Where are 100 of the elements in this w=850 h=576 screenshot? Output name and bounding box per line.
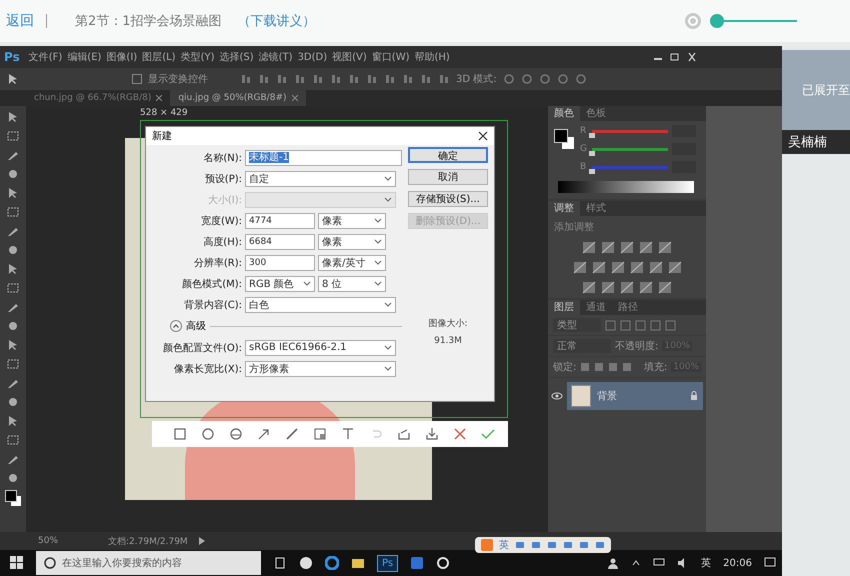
adjustment-icon[interactable]	[601, 281, 615, 294]
tool-icon[interactable]	[6, 433, 20, 447]
menu-item[interactable]: 窗口(W)	[372, 50, 410, 64]
app-icon[interactable]	[436, 556, 450, 570]
browser-icon[interactable]	[325, 556, 339, 570]
back-link[interactable]: 返回	[6, 12, 34, 30]
menu-item[interactable]: 类型(Y)	[180, 50, 214, 64]
dialog-button[interactable]: 取消	[408, 169, 488, 185]
share-tool-icon[interactable]	[397, 427, 411, 441]
close-icon[interactable]	[686, 52, 698, 62]
name-field[interactable]: 未标题-1	[245, 150, 402, 166]
dropdown[interactable]: RGB 颜色	[245, 276, 315, 292]
menu-item[interactable]: 帮助(H)	[414, 50, 450, 64]
ellipse-tool-icon[interactable]	[201, 427, 215, 441]
color-ramp[interactable]	[558, 181, 694, 193]
rectangle-tool-icon[interactable]	[173, 427, 187, 441]
document-tab[interactable]: qiu.jpg @ 50%(RGB/8#)	[170, 90, 306, 106]
number-field[interactable]: 300	[245, 254, 315, 270]
menu-item[interactable]: 视图(V)	[332, 50, 367, 64]
align-icon[interactable]	[384, 73, 396, 85]
3d-tool-icon[interactable]	[574, 73, 587, 85]
photoshop-taskbar-button[interactable]: Ps	[377, 554, 398, 572]
search-field[interactable]: 在这里输入你要搜索的内容	[36, 551, 261, 575]
unit-dropdown[interactable]: 像素	[318, 212, 386, 228]
adjustment-icon[interactable]	[668, 261, 682, 274]
adjustment-icon[interactable]	[658, 241, 672, 254]
layer-row[interactable]: 背景	[567, 382, 703, 410]
adjustment-icon[interactable]	[630, 261, 644, 274]
text-tool-icon[interactable]	[341, 427, 355, 441]
align-icon[interactable]	[330, 73, 342, 85]
panel-tab[interactable]: 样式	[580, 201, 612, 216]
align-icon[interactable]	[402, 73, 414, 85]
menu-item[interactable]: 3D(D)	[298, 52, 328, 62]
adjustment-icon[interactable]	[592, 261, 606, 274]
arrow-tool-icon[interactable]	[257, 427, 271, 441]
number-field[interactable]: 6684	[245, 234, 315, 250]
filter-dropdown[interactable]: 类型	[553, 318, 601, 332]
adjustment-icon[interactable]	[601, 241, 615, 254]
notification-icon[interactable]	[764, 557, 776, 569]
align-icon[interactable]	[258, 73, 270, 85]
dropdown[interactable]: 自定	[245, 170, 396, 186]
volume-thumb[interactable]	[710, 14, 724, 28]
eye-icon[interactable]	[551, 391, 563, 401]
adjustment-icon[interactable]	[582, 281, 596, 294]
document-tab[interactable]: chun.jpg @ 66.7%(RGB/8)	[26, 90, 170, 106]
align-icon[interactable]	[366, 73, 378, 85]
menu-item[interactable]: 图像(I)	[106, 50, 138, 64]
align-icon[interactable]	[420, 73, 432, 85]
dropdown[interactable]: 方形像素	[245, 360, 396, 376]
dialog-button[interactable]: 存储预设(S)...	[408, 191, 488, 207]
tool-icon[interactable]	[6, 281, 20, 295]
unit-dropdown[interactable]: 像素	[318, 234, 386, 250]
tool-icon[interactable]	[6, 395, 20, 409]
input-method-indicator[interactable]: 英	[701, 556, 712, 570]
people-icon[interactable]	[607, 557, 620, 569]
align-icon[interactable]	[348, 73, 360, 85]
chevron-up-icon[interactable]	[631, 558, 642, 568]
adjustment-icon[interactable]	[639, 241, 653, 254]
download-link[interactable]: （下载讲义）	[238, 12, 316, 30]
adjustment-icon[interactable]	[582, 241, 596, 254]
menu-item[interactable]: 选择(S)	[219, 50, 254, 64]
color-swatch[interactable]	[5, 490, 21, 506]
tool-icon[interactable]	[6, 319, 20, 333]
3d-tool-icon[interactable]	[538, 73, 551, 85]
slider-thumb[interactable]	[589, 168, 595, 174]
network-icon[interactable]	[653, 558, 666, 568]
unit-dropdown[interactable]: 像素/英寸	[318, 254, 386, 270]
number-field[interactable]: 4774	[245, 212, 315, 228]
app-icon[interactable]	[299, 556, 313, 570]
3d-tool-icon[interactable]	[502, 73, 515, 85]
dropdown[interactable]: 8 位	[318, 276, 386, 292]
slider-thumb[interactable]	[589, 150, 595, 156]
tool-icon[interactable]	[6, 357, 20, 371]
blend-mode-dropdown[interactable]: 正常	[553, 339, 611, 353]
windows-icon[interactable]	[10, 556, 24, 570]
3d-tool-icon[interactable]	[520, 73, 533, 85]
tool-icon[interactable]	[6, 471, 20, 485]
adjustment-icon[interactable]	[639, 281, 653, 294]
save-tool-icon[interactable]	[425, 427, 439, 441]
panel-tab[interactable]: 路径	[612, 300, 644, 315]
color-swatch[interactable]	[554, 129, 574, 149]
collapse-toggle-icon[interactable]	[170, 320, 182, 332]
cancel-tool-icon[interactable]	[453, 427, 467, 441]
close-icon[interactable]	[478, 131, 488, 141]
adjustment-icon[interactable]	[648, 261, 662, 274]
tool-icon[interactable]	[6, 205, 20, 219]
tool-icon[interactable]	[6, 243, 20, 257]
dialog-button[interactable]: 确定	[408, 147, 488, 163]
menu-item[interactable]: 编辑(E)	[67, 50, 102, 64]
adjustment-icon[interactable]	[620, 281, 634, 294]
folder-icon[interactable]	[351, 556, 365, 570]
tool-icon[interactable]	[6, 167, 20, 181]
panel-tab[interactable]: 调整	[548, 201, 580, 216]
align-icon[interactable]	[240, 73, 252, 85]
panel-tab[interactable]: 色板	[580, 106, 612, 121]
pen-tool-icon[interactable]	[285, 427, 299, 441]
adjustment-icon[interactable]	[572, 261, 586, 274]
slider-thumb[interactable]	[589, 132, 595, 138]
menu-item[interactable]: 文件(F)	[28, 50, 62, 64]
menu-item[interactable]: 滤镜(T)	[258, 50, 293, 64]
